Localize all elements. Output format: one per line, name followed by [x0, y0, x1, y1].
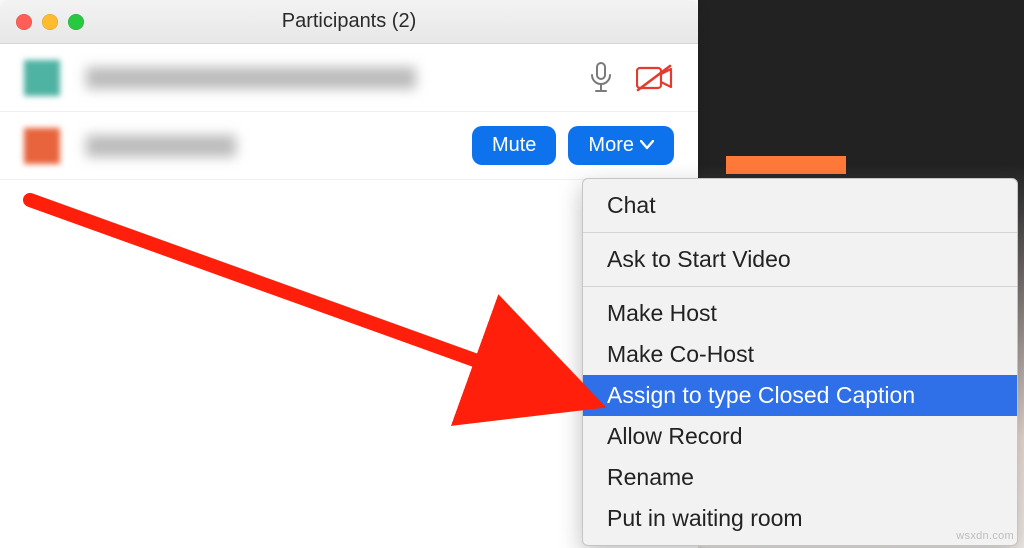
menu-item-assign-closed-caption[interactable]: Assign to type Closed Caption: [583, 375, 1017, 416]
chevron-down-icon: [640, 137, 654, 155]
participant-name-blurred: [86, 135, 236, 157]
avatar: [16, 120, 68, 172]
window-title: Participants (2): [0, 10, 698, 33]
menu-item-rename[interactable]: Rename: [583, 457, 1017, 498]
menu-item-ask-start-video[interactable]: Ask to Start Video: [583, 239, 1017, 280]
more-dropdown-menu: Chat Ask to Start Video Make Host Make C…: [582, 178, 1018, 546]
zoom-window-button[interactable]: [68, 14, 84, 30]
titlebar: Participants (2): [0, 0, 698, 44]
menu-item-make-host[interactable]: Make Host: [583, 293, 1017, 334]
microphone-icon[interactable]: [588, 62, 614, 94]
menu-item-make-cohost[interactable]: Make Co-Host: [583, 334, 1017, 375]
participants-list: Mute More: [0, 44, 698, 180]
more-button[interactable]: More: [568, 126, 674, 165]
background-accent: [726, 156, 846, 174]
participant-name-blurred: [86, 67, 416, 89]
mute-button-label: Mute: [492, 134, 536, 157]
menu-separator: [583, 286, 1017, 287]
menu-item-allow-record[interactable]: Allow Record: [583, 416, 1017, 457]
participant-row[interactable]: [0, 44, 698, 112]
window-controls: [0, 14, 84, 30]
more-button-label: More: [588, 134, 634, 157]
participant-row[interactable]: Mute More: [0, 112, 698, 180]
participant-actions: Mute More: [472, 126, 682, 165]
watermark: wsxdn.com: [956, 530, 1014, 542]
close-window-button[interactable]: [16, 14, 32, 30]
participant-status-icons: [588, 62, 682, 94]
menu-item-waiting-room[interactable]: Put in waiting room: [583, 498, 1017, 539]
minimize-window-button[interactable]: [42, 14, 58, 30]
video-off-icon[interactable]: [636, 64, 674, 92]
avatar: [16, 52, 68, 104]
menu-separator: [583, 232, 1017, 233]
menu-item-chat[interactable]: Chat: [583, 185, 1017, 226]
mute-button[interactable]: Mute: [472, 126, 556, 165]
